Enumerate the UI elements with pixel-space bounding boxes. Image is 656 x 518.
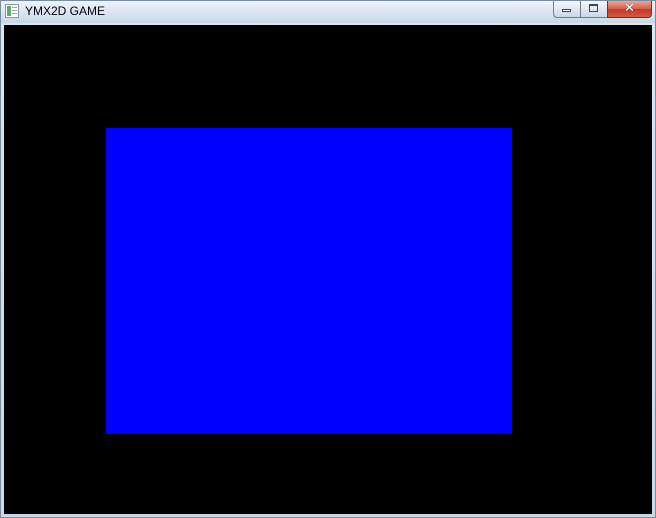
window-controls: ✕	[553, 1, 652, 19]
close-button[interactable]: ✕	[607, 1, 652, 18]
app-window-icon[interactable]	[5, 4, 19, 18]
minimize-icon	[562, 9, 571, 12]
minimize-button[interactable]	[553, 1, 580, 18]
close-icon: ✕	[624, 1, 635, 16]
blue-rectangle	[106, 128, 512, 434]
game-canvas[interactable]	[4, 25, 652, 514]
window-title: YMX2D GAME	[25, 4, 106, 18]
game-window: YMX2D GAME ✕	[0, 0, 656, 518]
maximize-button[interactable]	[580, 1, 607, 18]
maximize-icon	[589, 4, 598, 12]
title-bar[interactable]: YMX2D GAME ✕	[1, 1, 655, 23]
